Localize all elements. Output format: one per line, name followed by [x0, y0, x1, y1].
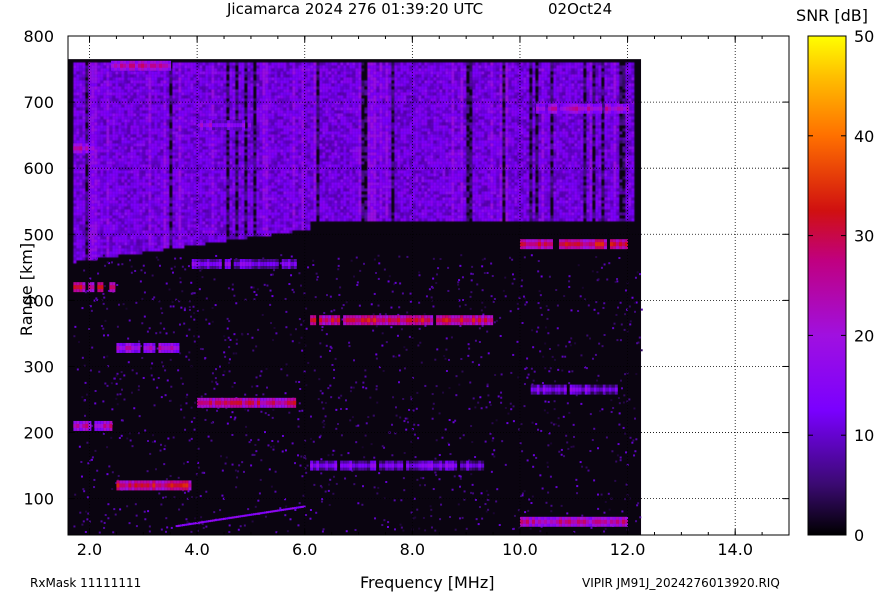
colorbar-tick-label-2: 20	[854, 326, 874, 345]
echo-trace-6	[116, 342, 180, 353]
echo-trace-9	[111, 60, 172, 71]
x-tick-label-0: 2.0	[77, 540, 102, 559]
echo-trace-3	[310, 315, 494, 326]
echo-trace-10	[197, 120, 252, 131]
x-tick-label-5: 12.0	[610, 540, 646, 559]
y-tick-label-7: 800	[23, 27, 54, 46]
echo-trace-5	[519, 516, 628, 527]
colorbar-tick-label-4: 40	[854, 127, 874, 146]
echo-trace-11	[536, 103, 630, 114]
x-tick-label-6: 14.0	[717, 540, 753, 559]
ionogram-chart: 2.0 4.0 6.0 8.0 10.0 12.0 14.01002003004005006…	[23, 27, 874, 559]
x-tick-label-2: 6.0	[292, 540, 317, 559]
y-tick-label-0: 100	[23, 490, 54, 509]
y-tick-label-5: 600	[23, 159, 54, 178]
y-tick-label-3: 400	[23, 291, 54, 310]
x-tick-label-3: 8.0	[400, 540, 425, 559]
colorbar-tick-label-1: 10	[854, 426, 874, 445]
x-tick-label-1: 4.0	[184, 540, 209, 559]
colorbar-tick-label-5: 50	[854, 27, 874, 46]
y-tick-label-4: 500	[23, 225, 54, 244]
echo-trace-2	[197, 397, 297, 408]
echo-trace-4	[519, 239, 628, 250]
echo-trace-14	[530, 384, 618, 395]
y-tick-label-6: 700	[23, 93, 54, 112]
x-tick-label-4: 10.0	[502, 540, 538, 559]
colorbar-tick-label-3: 30	[854, 227, 874, 246]
y-tick-label-2: 300	[23, 357, 54, 376]
colorbar-tick-label-0: 0	[854, 526, 864, 545]
y-tick-label-1: 200	[23, 424, 54, 443]
echo-trace-1	[116, 480, 192, 491]
colorbar	[807, 35, 847, 536]
echo-trace-8	[73, 143, 95, 154]
